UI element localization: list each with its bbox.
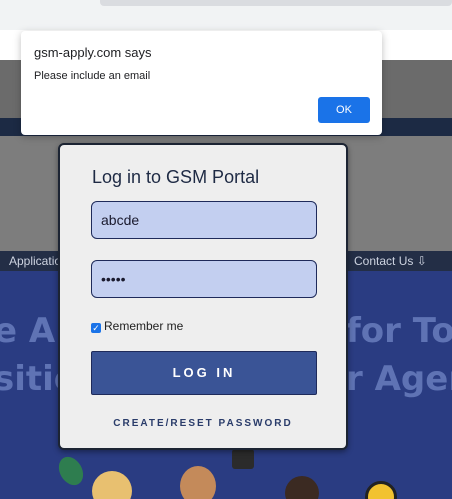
browser-address-area [100,0,452,6]
illustration-person [285,476,319,499]
password-field[interactable]: ••••• [91,260,317,298]
illustration-phone [232,449,254,469]
remember-label: Remember me [104,319,184,333]
illustration-clock [365,481,397,499]
alert-title: gsm-apply.com says [34,45,152,60]
alert-dialog: gsm-apply.com says Please include an ema… [21,31,382,135]
illustration-book [53,452,89,490]
reset-password-link[interactable]: CREATE/RESET PASSWORD [60,418,346,429]
browser-toolbar [0,0,452,30]
hero-text-right-2: r Agen [346,359,452,399]
illustration-person [92,471,132,499]
nav-item-contact[interactable]: Contact Us ⇩ [354,254,427,268]
nav-item-applications[interactable]: Applicatio [9,254,61,268]
alert-message: Please include an email [34,70,151,82]
illustration-person [180,466,216,499]
remember-me[interactable]: ✓ Remember me [91,319,183,333]
login-modal: Log in to GSM Portal abcde ••••• ✓ Rememb… [58,143,348,450]
username-field[interactable]: abcde [91,201,317,239]
alert-ok-button[interactable]: OK [318,97,370,123]
hero-text-right-1: for Top [346,311,452,351]
remember-checkbox[interactable]: ✓ [91,323,101,333]
login-button[interactable]: LOG IN [91,351,317,395]
login-title: Log in to GSM Portal [92,167,260,187]
